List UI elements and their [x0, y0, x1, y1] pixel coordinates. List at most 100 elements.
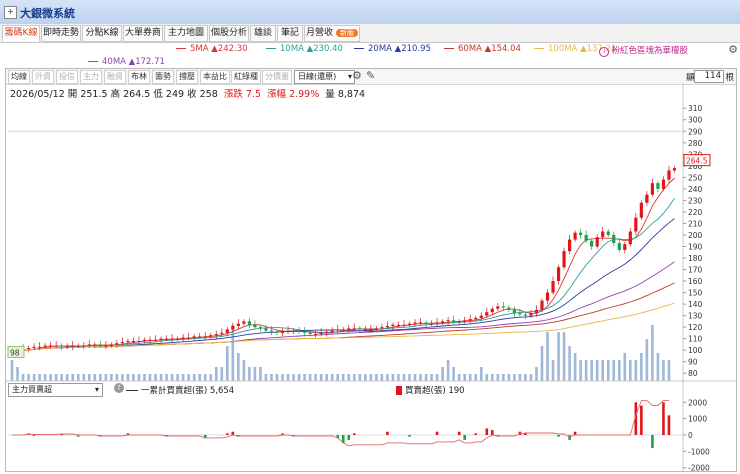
- candle-body: [584, 234, 588, 241]
- flow-bar: [573, 431, 577, 435]
- candle-body: [148, 339, 152, 341]
- flow-bar: [490, 430, 494, 435]
- price-chart[interactable]: 3103002902802702602502402302202102001901…: [6, 69, 736, 471]
- tab-branch-kline[interactable]: 分點K線: [82, 25, 122, 42]
- candle-body: [545, 292, 550, 301]
- tab-big-broker[interactable]: 大單券商: [123, 25, 163, 42]
- help-icon[interactable]: ?: [114, 383, 124, 393]
- price-tick-label: 240: [688, 185, 703, 194]
- candle-body: [463, 320, 467, 322]
- tab-notes[interactable]: 筆記: [277, 25, 303, 42]
- volume-bar: [341, 374, 345, 381]
- flow-bar: [457, 431, 461, 435]
- candle-body: [291, 330, 296, 332]
- tab-chip-kline[interactable]: 籌碼K線: [2, 25, 40, 42]
- volume-bar: [645, 339, 649, 381]
- volume-bar: [264, 374, 268, 381]
- tab-monthly-revenue[interactable]: 月營收 新版: [304, 25, 360, 42]
- volume-bar: [595, 360, 599, 381]
- price-tick-label: 80: [688, 369, 698, 378]
- candle-body: [590, 240, 594, 247]
- candle-body: [573, 232, 577, 240]
- flow-bar: [352, 433, 356, 435]
- candle-body: [457, 321, 461, 323]
- tab-main-map[interactable]: 主力地圖: [164, 25, 208, 42]
- price-tick-label: 210: [688, 219, 703, 228]
- candle-body: [137, 340, 141, 342]
- volume-bar: [165, 374, 168, 381]
- volume-bar: [479, 367, 483, 381]
- candle-body: [628, 231, 632, 245]
- volume-bar: [220, 367, 224, 381]
- flow-bar: [485, 428, 489, 435]
- candle-body: [634, 217, 638, 232]
- volume-bar: [303, 374, 306, 381]
- volume-bar: [568, 346, 571, 381]
- candle-body: [131, 340, 136, 342]
- tab-stock-analysis[interactable]: 個股分析: [209, 25, 249, 42]
- volume-bar: [463, 374, 466, 381]
- candle-body: [407, 323, 412, 325]
- candle-body: [512, 309, 516, 314]
- flow-bar: [226, 433, 229, 435]
- candle-body: [418, 322, 423, 324]
- candle-body: [242, 321, 246, 324]
- candle-body: [529, 313, 533, 316]
- volume-bar: [198, 374, 202, 381]
- volume-bar: [452, 367, 455, 381]
- candle-body: [54, 345, 58, 347]
- ma-40-line: [11, 261, 675, 353]
- indicator-select[interactable]: 主力買賣超: [8, 383, 103, 397]
- volume-bar: [490, 374, 494, 381]
- volume-bar: [330, 374, 334, 381]
- volume-bar: [21, 374, 25, 381]
- candle-body: [617, 243, 621, 250]
- title-bar: + 大銀微系統: [0, 0, 740, 25]
- tab-realtime[interactable]: 即時走勢: [41, 25, 81, 42]
- candle-body: [363, 329, 367, 331]
- candle-body: [38, 346, 42, 348]
- volume-bar: [358, 374, 362, 381]
- candle-body: [341, 329, 345, 331]
- volume-bar: [292, 374, 295, 381]
- price-tick-label: 280: [688, 139, 703, 148]
- volume-bar: [82, 374, 86, 381]
- price-tick-label: 130: [688, 312, 703, 321]
- candle-body: [308, 332, 312, 335]
- pink-zone-hint: i 粉紅色區塊為華權股: [599, 44, 688, 57]
- volume-bar: [601, 360, 605, 381]
- candle-body: [126, 340, 130, 343]
- candle-body: [501, 306, 505, 308]
- volume-bar: [352, 374, 356, 381]
- volume-bar: [364, 374, 367, 381]
- candle-body: [429, 323, 434, 325]
- volume-bar: [347, 374, 351, 381]
- candle-body: [556, 267, 561, 282]
- candle-body: [275, 331, 279, 333]
- volume-bar: [535, 367, 538, 381]
- candle-body: [170, 338, 174, 340]
- flow-tick-label: -2000: [688, 464, 710, 471]
- volume-bar: [518, 374, 522, 381]
- volume-bar: [496, 374, 500, 381]
- price-tick-label: 140: [688, 300, 703, 309]
- collapse-icon[interactable]: +: [4, 6, 17, 19]
- volume-bar: [513, 374, 516, 381]
- price-tick-label: 150: [688, 289, 703, 298]
- volume-bar: [397, 374, 400, 381]
- candle-body: [534, 309, 539, 314]
- volume-bar: [192, 374, 196, 381]
- flow-bar: [463, 435, 466, 440]
- candle-body: [380, 327, 384, 329]
- volume-bar: [474, 374, 478, 381]
- candle-body: [187, 337, 191, 339]
- volume-bar: [391, 374, 395, 381]
- volume-bar: [248, 367, 251, 381]
- tab-talk[interactable]: 雄談: [250, 25, 276, 42]
- settings-gear-icon[interactable]: ⚙: [728, 43, 738, 56]
- candle-body: [452, 320, 456, 322]
- candle-body: [639, 202, 643, 218]
- flow-bar: [347, 435, 351, 440]
- volume-bar: [424, 374, 428, 381]
- volume-bar: [270, 374, 273, 381]
